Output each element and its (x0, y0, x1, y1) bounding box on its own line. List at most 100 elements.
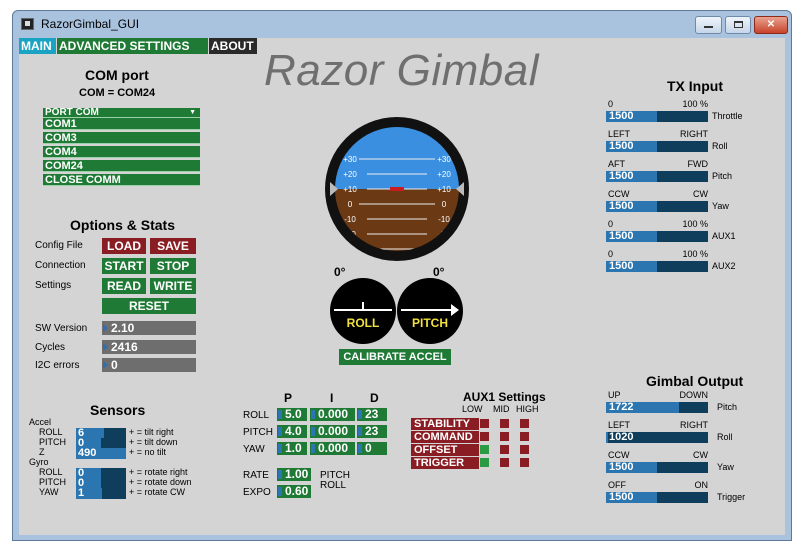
channel-max-label: FWD (687, 159, 709, 169)
pid-i-input[interactable]: 0.000 (310, 408, 355, 421)
channel-max-label: 100 % (682, 99, 708, 109)
aux1-mode-label: OFFSET (411, 444, 479, 456)
read-button[interactable]: READ (102, 278, 146, 294)
channel-max-label: CW (693, 189, 708, 199)
dropdown-label: PORT COM (45, 107, 99, 118)
sensor-axis-label: ROLL (39, 467, 63, 477)
channel-min-label: AFT (608, 159, 625, 169)
aux1-toggle[interactable] (480, 419, 489, 428)
pid-header-i: I (330, 391, 334, 405)
sensor-hint: + = rotate right (129, 467, 188, 477)
channel-slider[interactable]: 1500 (606, 171, 708, 182)
channel-name: Roll (717, 432, 733, 442)
sensor-axis-label: ROLL (39, 427, 63, 437)
channel-slider[interactable]: 1500 (606, 111, 708, 122)
pid-header-p: P (284, 391, 293, 405)
channel-value: 1500 (609, 261, 634, 272)
aux1-toggle[interactable] (520, 445, 529, 454)
minimize-icon (704, 26, 713, 29)
roll-degrees: 0° (334, 265, 346, 279)
start-button[interactable]: START (102, 258, 146, 274)
roll-knob[interactable]: ROLL (330, 278, 396, 344)
aux1-toggle[interactable] (500, 419, 509, 428)
i2c-errors-label: I2C errors (35, 360, 80, 371)
sensor-value-bar: 1 (76, 488, 126, 499)
sensor-axis-label: PITCH (39, 437, 66, 447)
sensors-title: Sensors (90, 402, 146, 418)
channel-value: 1500 (609, 201, 634, 212)
close-comm-button[interactable]: CLOSE COMM (43, 174, 200, 186)
sensor-hint: + = rotate down (129, 477, 192, 487)
channel-slider[interactable]: 1500 (606, 141, 708, 152)
pid-p-input[interactable]: 4.0 (277, 425, 307, 438)
horizon-tick-label: +20 (437, 170, 451, 179)
tab-main[interactable]: MAIN (19, 38, 56, 54)
roll-indicator-tick (362, 302, 364, 310)
com-item-com4[interactable]: COM4 (43, 146, 200, 158)
aux1-toggle[interactable] (480, 432, 489, 441)
channel-max-label: ON (694, 480, 709, 490)
channel-name: Pitch (717, 402, 738, 412)
pid-d-input[interactable]: 23 (357, 425, 387, 438)
calibrate-accel-button[interactable]: CALIBRATE ACCEL (339, 349, 451, 365)
aux1-toggle[interactable] (500, 458, 509, 467)
title-bar[interactable]: RazorGimbal_GUI ✕ (13, 11, 791, 38)
aux1-mode-label: COMMAND (411, 431, 479, 443)
save-button[interactable]: SAVE (150, 238, 196, 254)
pid-i-input[interactable]: 0.000 (310, 442, 355, 455)
channel-value: 1500 (609, 231, 634, 242)
pitch-indicator-line (401, 309, 457, 311)
com-item-com24[interactable]: COM24 (43, 160, 200, 172)
load-button[interactable]: LOAD (102, 238, 146, 254)
sensor-hint: + = no tilt (129, 447, 167, 457)
com-item-com3[interactable]: COM3 (43, 132, 200, 144)
pid-d-input[interactable]: 0 (357, 442, 387, 455)
minimize-button[interactable] (695, 16, 722, 34)
tab-about[interactable]: ABOUT (209, 38, 257, 54)
sensor-value: 490 (78, 447, 97, 459)
channel-max-label: RIGHT (680, 129, 708, 139)
stop-button[interactable]: STOP (150, 258, 196, 274)
rate-input[interactable]: 1.00 (277, 468, 311, 481)
aux1-toggle[interactable] (500, 432, 509, 441)
com-item-com1[interactable]: COM1 (43, 118, 200, 130)
pid-p-input[interactable]: 1.0 (277, 442, 307, 455)
channel-slider[interactable]: 1500 (606, 231, 708, 242)
com-port-dropdown[interactable]: PORT COM ▼ (43, 108, 200, 118)
connection-label: Connection (35, 260, 86, 271)
channel-slider[interactable]: 1020 (606, 432, 708, 443)
aux1-toggle[interactable] (500, 445, 509, 454)
channel-slider[interactable]: 1722 (606, 402, 708, 413)
channel-slider[interactable]: 1500 (606, 261, 708, 272)
config-file-label: Config File (35, 240, 83, 251)
channel-slider[interactable]: 1500 (606, 462, 708, 473)
channel-slider[interactable]: 1500 (606, 492, 708, 503)
pid-p-input[interactable]: 5.0 (277, 408, 307, 421)
tab-advanced-settings[interactable]: ADVANCED SETTINGS (57, 38, 208, 54)
channel-min-label: CCW (608, 450, 630, 460)
expo-label: EXPO (243, 487, 271, 498)
close-button[interactable]: ✕ (754, 16, 788, 34)
write-button[interactable]: WRITE (150, 278, 196, 294)
sensor-hint: + = tilt down (129, 437, 178, 447)
pitch-knob[interactable]: PITCH (397, 278, 463, 344)
horizon-tick-label: +30 (343, 155, 357, 164)
channel-max-label: 100 % (682, 219, 708, 229)
aux1-toggle[interactable] (480, 445, 489, 454)
aux1-mode-label: TRIGGER (411, 457, 479, 469)
aux1-toggle[interactable] (520, 458, 529, 467)
channel-max-label: CW (693, 450, 708, 460)
channel-min-label: LEFT (608, 129, 631, 139)
maximize-button[interactable] (725, 16, 751, 34)
close-icon: ✕ (766, 19, 776, 30)
channel-slider[interactable]: 1500 (606, 201, 708, 212)
com-status: COM = COM24 (79, 87, 156, 99)
channel-name: Pitch (712, 171, 733, 181)
pid-i-input[interactable]: 0.000 (310, 425, 355, 438)
aux1-toggle[interactable] (520, 419, 529, 428)
aux1-toggle[interactable] (480, 458, 489, 467)
aux1-toggle[interactable] (520, 432, 529, 441)
pid-d-input[interactable]: 23 (357, 408, 387, 421)
expo-input[interactable]: 0.60 (277, 485, 311, 498)
reset-button[interactable]: RESET (102, 298, 196, 314)
